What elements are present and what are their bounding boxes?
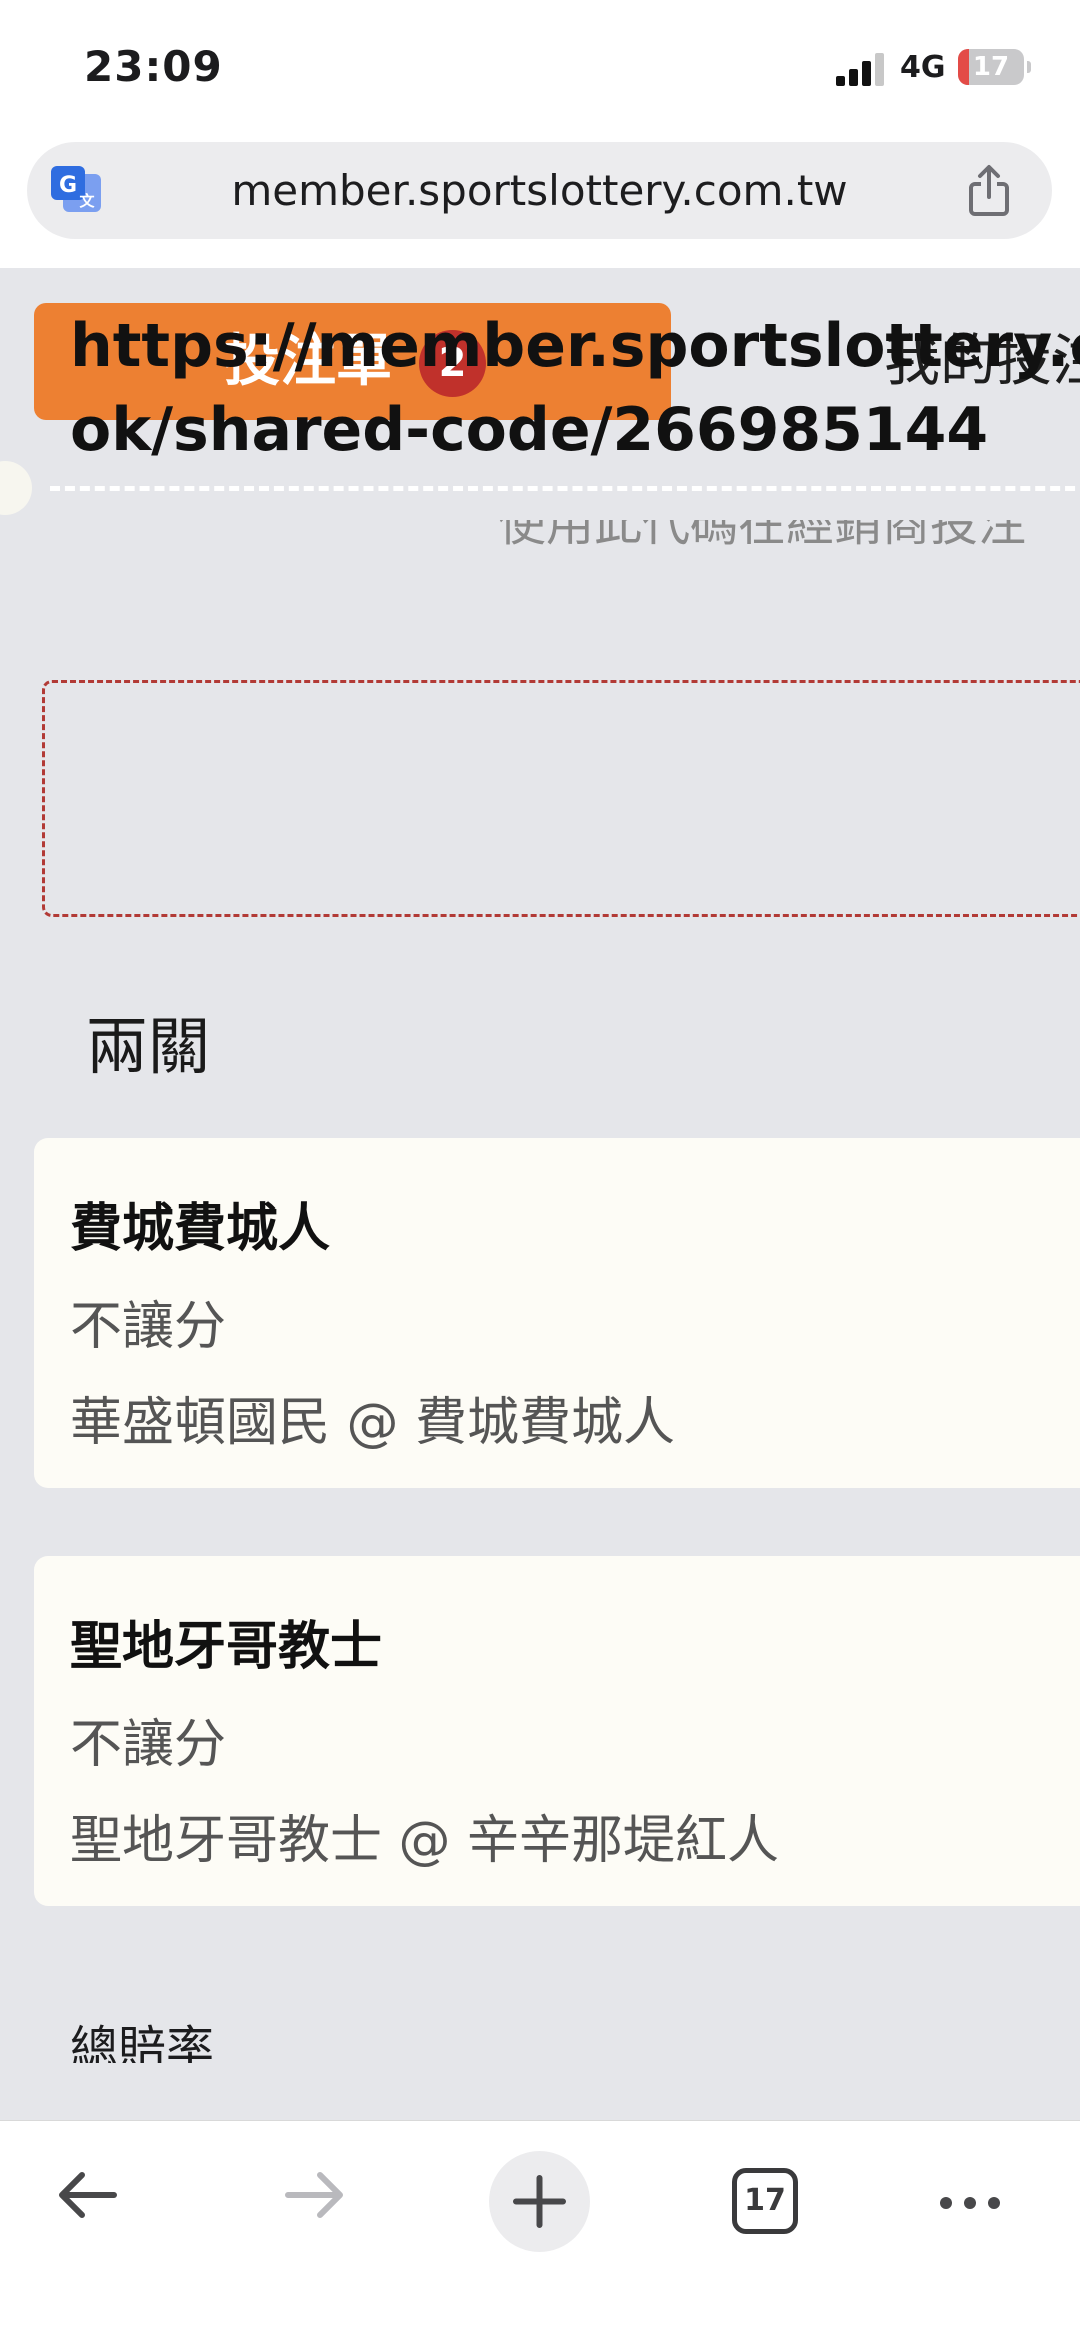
bet-market: 不讓分 — [70, 1715, 227, 1775]
bet-selection: 費城費城人 — [70, 1199, 331, 1259]
svg-text:文: 文 — [79, 192, 95, 210]
tabs-icon[interactable]: 17 — [732, 2168, 798, 2234]
share-link-box[interactable] — [42, 680, 1080, 917]
bet-slip-page: 投注單 2 我的投注 使用此代碼在經銷商投注 https://member.sp… — [0, 268, 1080, 2120]
address-bar[interactable]: G 文 member.sportslottery.com.tw — [27, 142, 1052, 239]
url-text[interactable]: member.sportslottery.com.tw — [147, 142, 932, 239]
share-link[interactable]: https://member.sportslottery.com.tw/bo o… — [70, 304, 1080, 472]
share-code-hint: 使用此代碼在經銷商投注 — [498, 520, 1027, 552]
bet-match: 華盛頓國民 @ 費城費城人 — [70, 1393, 676, 1453]
network-type: 4G — [900, 50, 946, 85]
ticket-notch — [0, 461, 32, 515]
ticket-divider — [50, 486, 1080, 491]
share-link-line1: https://member.sportslottery.com.tw/bo — [70, 311, 1080, 381]
bet-card[interactable]: 費城費城人 不讓分 華盛頓國民 @ 費城費城人 — [34, 1138, 1080, 1488]
status-bar: 23:09 4G 17 — [0, 0, 1080, 130]
share-link-line2: ok/shared-code/266985144 — [70, 395, 989, 465]
total-odds-label: 總賠率 — [70, 2021, 215, 2063]
bet-selection: 聖地牙哥教士 — [70, 1617, 383, 1677]
signal-icon — [836, 52, 886, 86]
battery-tip — [1027, 61, 1031, 73]
bet-card[interactable]: 聖地牙哥教士 不讓分 聖地牙哥教士 @ 辛辛那堤紅人 — [34, 1556, 1080, 1906]
back-arrow-icon[interactable] — [48, 2155, 128, 2235]
svg-text:G: G — [59, 173, 77, 198]
more-icon[interactable] — [930, 2173, 1010, 2233]
browser-toolbar: 17 — [0, 2120, 1080, 2338]
plus-icon[interactable] — [489, 2151, 590, 2252]
share-icon[interactable] — [964, 164, 1014, 218]
translate-icon[interactable]: G 文 — [49, 164, 103, 216]
bet-market: 不讓分 — [70, 1297, 227, 1357]
battery-icon: 17 — [958, 49, 1024, 85]
forward-arrow-icon[interactable] — [274, 2155, 354, 2235]
parlay-type-title: 兩關 — [86, 1010, 211, 1083]
status-time: 23:09 — [84, 42, 223, 91]
bet-match: 聖地牙哥教士 @ 辛辛那堤紅人 — [70, 1811, 780, 1871]
battery-percentage: 17 — [972, 52, 1010, 82]
